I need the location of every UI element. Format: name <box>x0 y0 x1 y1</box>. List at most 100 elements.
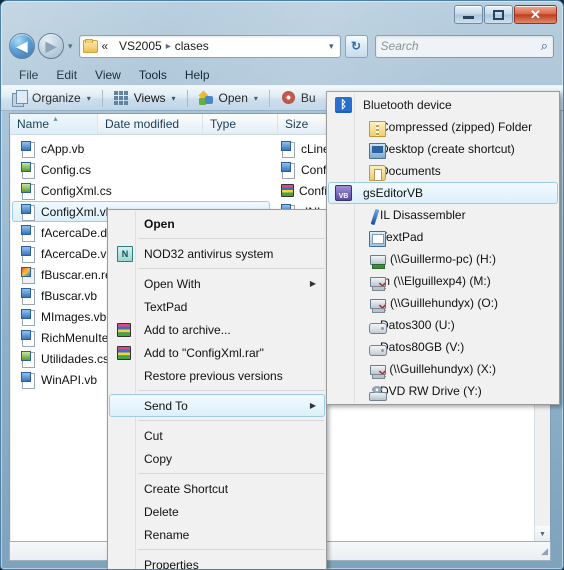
context-menu-item-restore-previous-versions[interactable]: Restore previous versions <box>109 364 325 387</box>
menu-help[interactable]: Help <box>176 66 219 84</box>
column-header-date-modified[interactable]: Date modified <box>98 114 203 134</box>
send-to-item-e-guillermo-pc-h[interactable]: e (\\Guillermo-pc) (H:) <box>328 248 558 270</box>
context-menu-item-copy[interactable]: Copy <box>109 447 325 470</box>
open-icon <box>198 90 215 106</box>
context-menu-item-properties[interactable]: Properties <box>109 553 325 570</box>
vb-file-icon <box>280 140 296 158</box>
close-button[interactable]: ✕ <box>514 5 557 24</box>
context-menu-item-send-to[interactable]: Send To ▶ <box>109 394 325 417</box>
search-placeholder: Search <box>380 39 419 53</box>
forward-arrow-icon: ▶ <box>45 38 57 54</box>
send-to-item-label: Datos80GB (V:) <box>380 340 465 354</box>
context-menu-item-nod32-antivirus-system[interactable]: N NOD32 antivirus system <box>109 242 325 265</box>
send-to-item-dvd-rw-drive-y[interactable]: DVD RW Drive (Y:) <box>328 380 558 402</box>
file-name-label: Utilidades.cs <box>41 351 110 366</box>
network-drive-disconnected-icon: ✕ <box>369 297 387 315</box>
file-row[interactable]: ConfigXml.cs <box>12 180 270 201</box>
documents-folder-icon <box>369 165 386 181</box>
column-header-type[interactable]: Type <box>203 114 278 134</box>
breadcrumb-overflow[interactable]: « <box>102 39 109 53</box>
send-to-item-compressed-zipped-folder[interactable]: Compressed (zipped) Folder <box>328 116 558 138</box>
menu-file[interactable]: File <box>10 66 47 84</box>
history-dropdown-icon[interactable]: ▾ <box>68 41 73 52</box>
maximize-button[interactable] <box>484 5 513 24</box>
send-to-item-documents[interactable]: Documents <box>328 160 558 182</box>
context-menu-item-label: NOD32 antivirus system <box>144 246 274 261</box>
zip-folder-icon <box>369 121 386 137</box>
file-name-label: ConfigXml.vb <box>41 204 113 219</box>
send-to-item-desktop-create-shortcut[interactable]: Desktop (create shortcut) <box>328 138 558 160</box>
context-menu-item-open[interactable]: Open <box>109 212 325 235</box>
send-to-item-e-guillehundyx-o[interactable]: ✕ e (\\Guillehundyx) (O:) <box>328 292 558 315</box>
chevron-down-icon: ▾ <box>171 93 176 103</box>
toolbar-separator <box>268 89 270 107</box>
organize-icon <box>12 90 28 107</box>
toolbar-burn-button[interactable]: Bu <box>276 88 321 108</box>
scroll-down-button[interactable]: ▼ <box>535 526 550 542</box>
file-row[interactable]: Config.cs <box>12 159 270 180</box>
file-row[interactable]: cApp.vb <box>12 138 270 159</box>
winrar-icon <box>117 322 131 337</box>
file-name-label: cApp.vb <box>41 141 85 156</box>
context-menu-item-add-to-archive[interactable]: Add to archive... <box>109 318 325 341</box>
search-input[interactable]: Search ⌕ <box>374 34 554 58</box>
refresh-button[interactable]: ↻ <box>344 34 368 58</box>
window-controls: ✕ <box>454 5 557 24</box>
context-menu-item-label: Add to archive... <box>144 322 231 337</box>
send-to-item-datos80gb-v[interactable]: Datos80GB (V:) <box>328 336 558 358</box>
resize-grip-icon[interactable]: ◢ <box>541 546 548 557</box>
network-drive-disconnected-icon: ✕ <box>369 275 387 293</box>
menu-edit[interactable]: Edit <box>47 66 86 84</box>
send-to-item-label: x (\\Guillehundyx) (X:) <box>380 362 497 376</box>
toolbar-open-button[interactable]: Open ▾ <box>194 88 263 108</box>
cs-file-icon <box>20 182 36 200</box>
send-to-item-m-elguillexp4-m[interactable]: ✕ m (\\Elguillexp4) (M:) <box>328 270 558 293</box>
back-button[interactable]: ◀ <box>9 33 35 59</box>
send-to-item-bluetooth-device[interactable]: ᛒ Bluetooth device <box>328 94 558 116</box>
breadcrumb-item-vs2005[interactable]: VS2005 <box>119 39 162 53</box>
context-menu-item-rename[interactable]: Rename <box>109 523 325 546</box>
context-menu-item-cut[interactable]: Cut <box>109 424 325 447</box>
context-menu-item-label: Copy <box>144 451 173 466</box>
context-menu-item-create-shortcut[interactable]: Create Shortcut <box>109 477 325 500</box>
network-drive-icon <box>369 253 386 269</box>
file-name-label: WinAPI.vb <box>41 372 98 387</box>
vb-file-icon <box>20 371 36 389</box>
toolbar-organize-button[interactable]: Organize ▾ <box>7 88 96 108</box>
send-to-item-label: Compressed (zipped) Folder <box>380 120 533 134</box>
column-header-name[interactable]: ▴ Name <box>10 114 98 134</box>
send-to-item-gseditorvb[interactable]: VB gsEditorVB <box>328 182 558 204</box>
send-to-item-datos300-u[interactable]: Datos300 (U:) <box>328 314 558 336</box>
explorer-window: ✕ ◀ ▶ ▾ « VS2005 ▸ clases ▾ ↻ Search ⌕ F… <box>0 0 564 570</box>
context-menu-item-label: TextPad <box>144 299 188 314</box>
hard-drive-icon <box>369 341 387 357</box>
send-to-item-label: Documents <box>380 164 441 178</box>
il-disassembler-icon <box>369 209 386 225</box>
send-to-item-label: Desktop (create shortcut) <box>380 142 515 156</box>
send-to-item-label: Datos300 (U:) <box>380 318 455 332</box>
breadcrumb-item-clases[interactable]: clases <box>175 39 209 53</box>
search-icon[interactable]: ⌕ <box>541 38 548 54</box>
back-arrow-icon: ◀ <box>16 38 28 54</box>
forward-button[interactable]: ▶ <box>38 33 64 59</box>
send-to-item-textpad[interactable]: TextPad <box>328 226 558 248</box>
context-menu-item-add-to-configxml-rar[interactable]: Add to "ConfigXml.rar" <box>109 341 325 364</box>
context-menu-item-label: Cut <box>144 428 163 443</box>
send-to-item-label: gsEditorVB <box>363 186 424 200</box>
menu-view[interactable]: View <box>86 66 130 84</box>
minimize-button[interactable] <box>454 5 483 24</box>
address-bar[interactable]: « VS2005 ▸ clases ▾ <box>78 34 341 58</box>
send-to-item-il-disassembler[interactable]: IL Disassembler <box>328 204 558 226</box>
context-menu-item-textpad[interactable]: TextPad <box>109 295 325 318</box>
res-file-icon <box>20 266 36 284</box>
rar-file-icon <box>281 184 294 197</box>
navigation-bar: ◀ ▶ ▾ « VS2005 ▸ clases ▾ ↻ Search ⌕ <box>1 29 563 63</box>
send-to-item-label: m (\\Elguillexp4) (M:) <box>380 274 491 288</box>
menu-tools[interactable]: Tools <box>130 66 176 84</box>
address-dropdown-icon[interactable]: ▾ <box>329 41 337 52</box>
file-name-label: ConfigXml.cs <box>41 183 112 198</box>
toolbar-views-button[interactable]: Views ▾ <box>109 88 181 108</box>
context-menu-item-open-with[interactable]: Open With ▶ <box>109 272 325 295</box>
send-to-item-x-guillehundyx-x[interactable]: ✕ x (\\Guillehundyx) (X:) <box>328 358 558 381</box>
context-menu-item-delete[interactable]: Delete <box>109 500 325 523</box>
